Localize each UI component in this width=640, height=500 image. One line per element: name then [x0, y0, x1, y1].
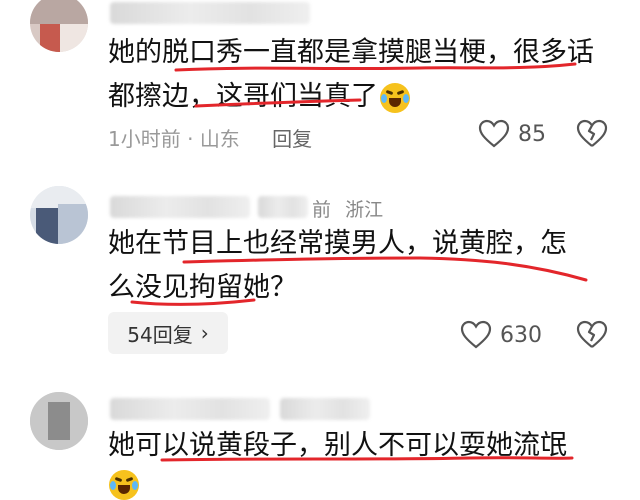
username-blurred[interactable] [110, 398, 270, 420]
broken-heart-icon [576, 320, 608, 348]
location: 浙江 [345, 199, 384, 221]
avatar[interactable] [30, 186, 88, 244]
chevron-right-icon: › [200, 321, 209, 345]
comment-meta: 前 浙江 [312, 195, 383, 222]
avatar[interactable] [30, 0, 88, 52]
like-count: 630 [500, 322, 542, 348]
replies-count: 54回复 [127, 322, 193, 347]
laughing-crying-emoji-icon [380, 82, 410, 113]
timestamp-suffix: 前 [312, 199, 332, 221]
laughing-crying-emoji-icon [109, 470, 139, 500]
like-count: 85 [518, 121, 546, 147]
username-blurred[interactable] [110, 2, 310, 24]
comment-text: 她可以说黄段子，别人不可以耍她流氓 [108, 430, 567, 461]
timestamp-blurred [280, 398, 370, 420]
location: 山东 [199, 127, 240, 151]
broken-heart-icon [576, 119, 608, 147]
dislike-button[interactable] [576, 119, 608, 153]
avatar[interactable] [30, 392, 88, 450]
comment-text: 她在节目上也经常摸男人，说黄腔，怎 么没见拘留她？ [108, 228, 567, 303]
timestamp-blurred [258, 196, 308, 218]
reply-button[interactable]: 回复 [272, 127, 312, 151]
comment-text: 她的脱口秀一直都是拿摸腿当梗，很多话 都擦边，这哥们当真了 [108, 37, 594, 113]
timestamp: 1小时前 [108, 127, 181, 151]
comment-meta: 1小时前 · 山东 回复 [108, 127, 313, 151]
username-blurred[interactable] [110, 196, 250, 218]
heart-outline-icon [460, 320, 492, 349]
view-replies-button[interactable]: 54回复 › [108, 312, 228, 354]
like-button[interactable]: 85 [478, 119, 546, 149]
like-button[interactable]: 630 [460, 320, 542, 350]
dislike-button[interactable] [576, 320, 608, 354]
heart-outline-icon [478, 119, 510, 148]
